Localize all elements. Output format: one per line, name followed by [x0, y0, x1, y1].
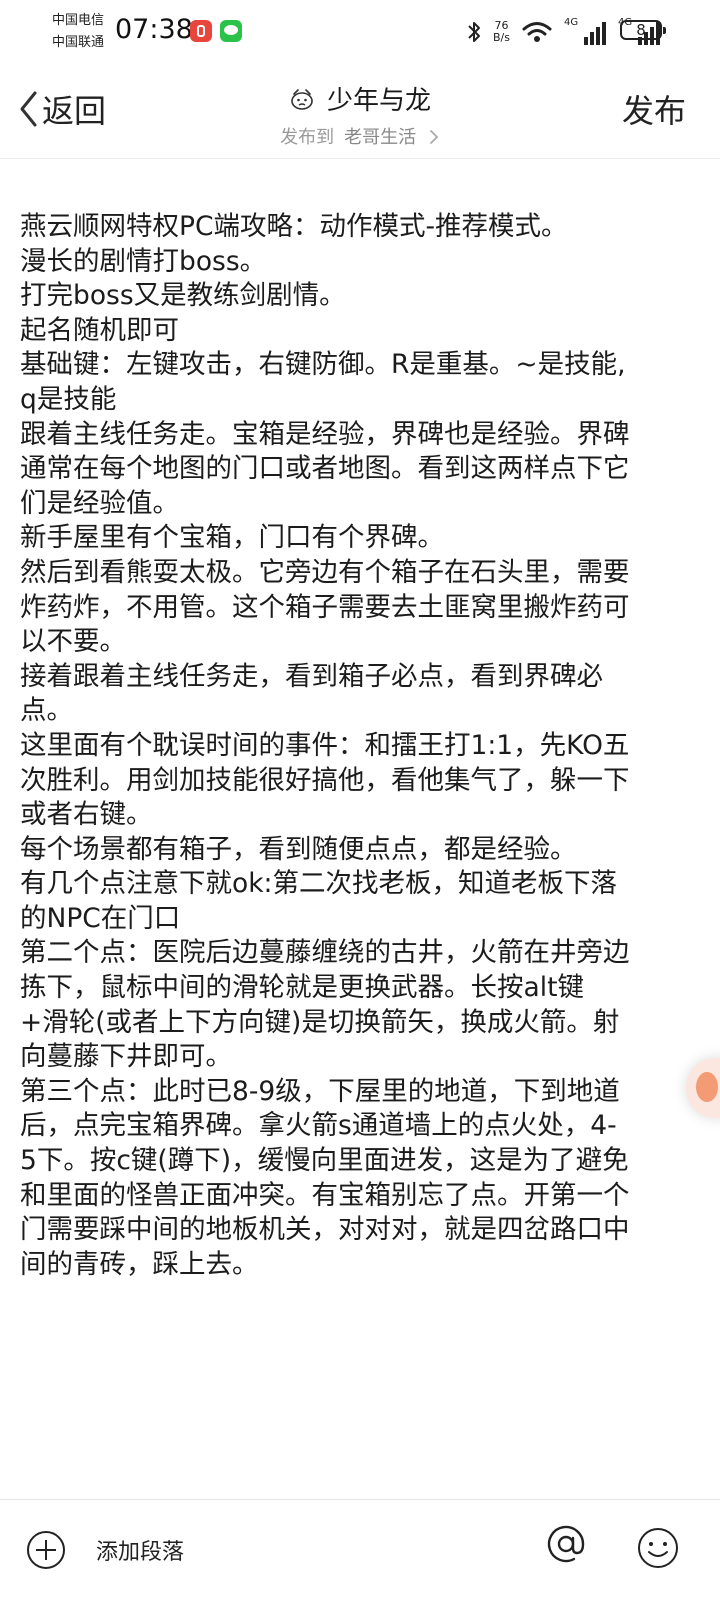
notification-app-icon: [190, 20, 212, 42]
paragraph[interactable]: 漫长的剧情打boss。: [20, 245, 632, 280]
paragraph[interactable]: 这里面有个耽误时间的事件：和擂王打1:1，先KO五次胜利。用剑加技能很好搞他，看…: [20, 729, 632, 833]
paragraph[interactable]: 新手屋里有个宝箱，门口有个界碑。: [20, 521, 632, 556]
paragraph[interactable]: 每个场景都有箱子，看到随便点点，都是经验。: [20, 833, 632, 868]
carrier-2: 中国联通: [52, 35, 105, 50]
signal-1-tag: 4G: [564, 17, 579, 28]
publish-target-selector[interactable]: 发布到 老哥生活: [0, 123, 720, 149]
paragraph[interactable]: 有几个点注意下就ok:第二次找老板，知道老板下落的NPC在门口: [20, 867, 632, 936]
paragraph[interactable]: 起名随机即可: [20, 314, 632, 349]
network-speed: 76 B/s: [493, 20, 510, 44]
publish-to-label: 发布到: [280, 127, 335, 148]
paragraph[interactable]: 跟着主线任务走。宝箱是经验，界碑也是经验。界碑通常在每个地图的门口或者地图。看到…: [20, 418, 632, 522]
floating-assistant-button[interactable]: [686, 1058, 720, 1118]
paragraph[interactable]: 第二个点：医院后边蔓藤缠绕的古井，火箭在井旁边拣下，鼠标中间的滑轮就是更换武器。…: [20, 936, 632, 1074]
wifi-icon: [522, 22, 552, 42]
signal-strength-1-icon: 4G: [564, 17, 606, 45]
paragraph[interactable]: 第三个点：此时已8-9级，下屋里的地道，下到地道后，点完宝箱界碑。拿火箭s通道墙…: [20, 1075, 632, 1283]
bluetooth-icon: [468, 22, 481, 42]
article-body-editor[interactable]: 燕云顺网特权PC端攻略：动作模式-推荐模式。 漫长的剧情打boss。 打完boss又…: [20, 210, 632, 1282]
mention-button[interactable]: [544, 1522, 588, 1566]
add-paragraph-button[interactable]: 添加段落: [26, 1530, 184, 1570]
publish-target-name: 老哥生活: [344, 127, 417, 148]
status-time: 07:38: [115, 14, 193, 45]
carrier-info: 中国电信 中国联通: [52, 10, 104, 54]
emoji-button[interactable]: [636, 1526, 680, 1574]
status-bar: 中国电信 中国联通 07:38 76 B/s 4G 4G 8: [0, 0, 720, 62]
smiley-icon: [638, 1528, 678, 1568]
title-area: 少年与龙 发布到 老哥生活: [0, 80, 720, 149]
carrier-1: 中国电信: [52, 13, 105, 28]
publish-button[interactable]: 发布: [622, 86, 686, 132]
paragraph[interactable]: 接着跟着主线任务走，看到箱子必点，看到界碑必点。: [20, 660, 632, 729]
network-speed-unit: B/s: [493, 31, 510, 44]
chevron-right-icon: [429, 130, 439, 144]
add-paragraph-label: 添加段落: [96, 1540, 185, 1565]
wechat-notification-icon: [220, 20, 242, 42]
paragraph[interactable]: 基础键：左键攻击，右键防御。R是重基。~是技能,q是技能: [20, 348, 632, 417]
editor-toolbar: 添加段落: [0, 1499, 720, 1600]
paragraph[interactable]: 燕云顺网特权PC端攻略：动作模式-推荐模式。: [20, 210, 632, 245]
at-icon: [547, 1525, 585, 1563]
face-emoji-icon: [291, 88, 313, 110]
paragraph[interactable]: 打完boss又是教练剑剧情。: [20, 279, 632, 314]
paragraph[interactable]: 然后到看熊耍太极。它旁边有个箱子在石头里，需要炸药炸，不用管。这个箱子需要去土匪…: [20, 556, 632, 660]
battery-level: 8: [620, 20, 666, 40]
plus-circle-icon: [27, 1531, 65, 1569]
article-title[interactable]: 少年与龙: [327, 80, 431, 117]
editor-header: 返回 少年与龙 发布到 老哥生活 发布: [0, 62, 720, 159]
